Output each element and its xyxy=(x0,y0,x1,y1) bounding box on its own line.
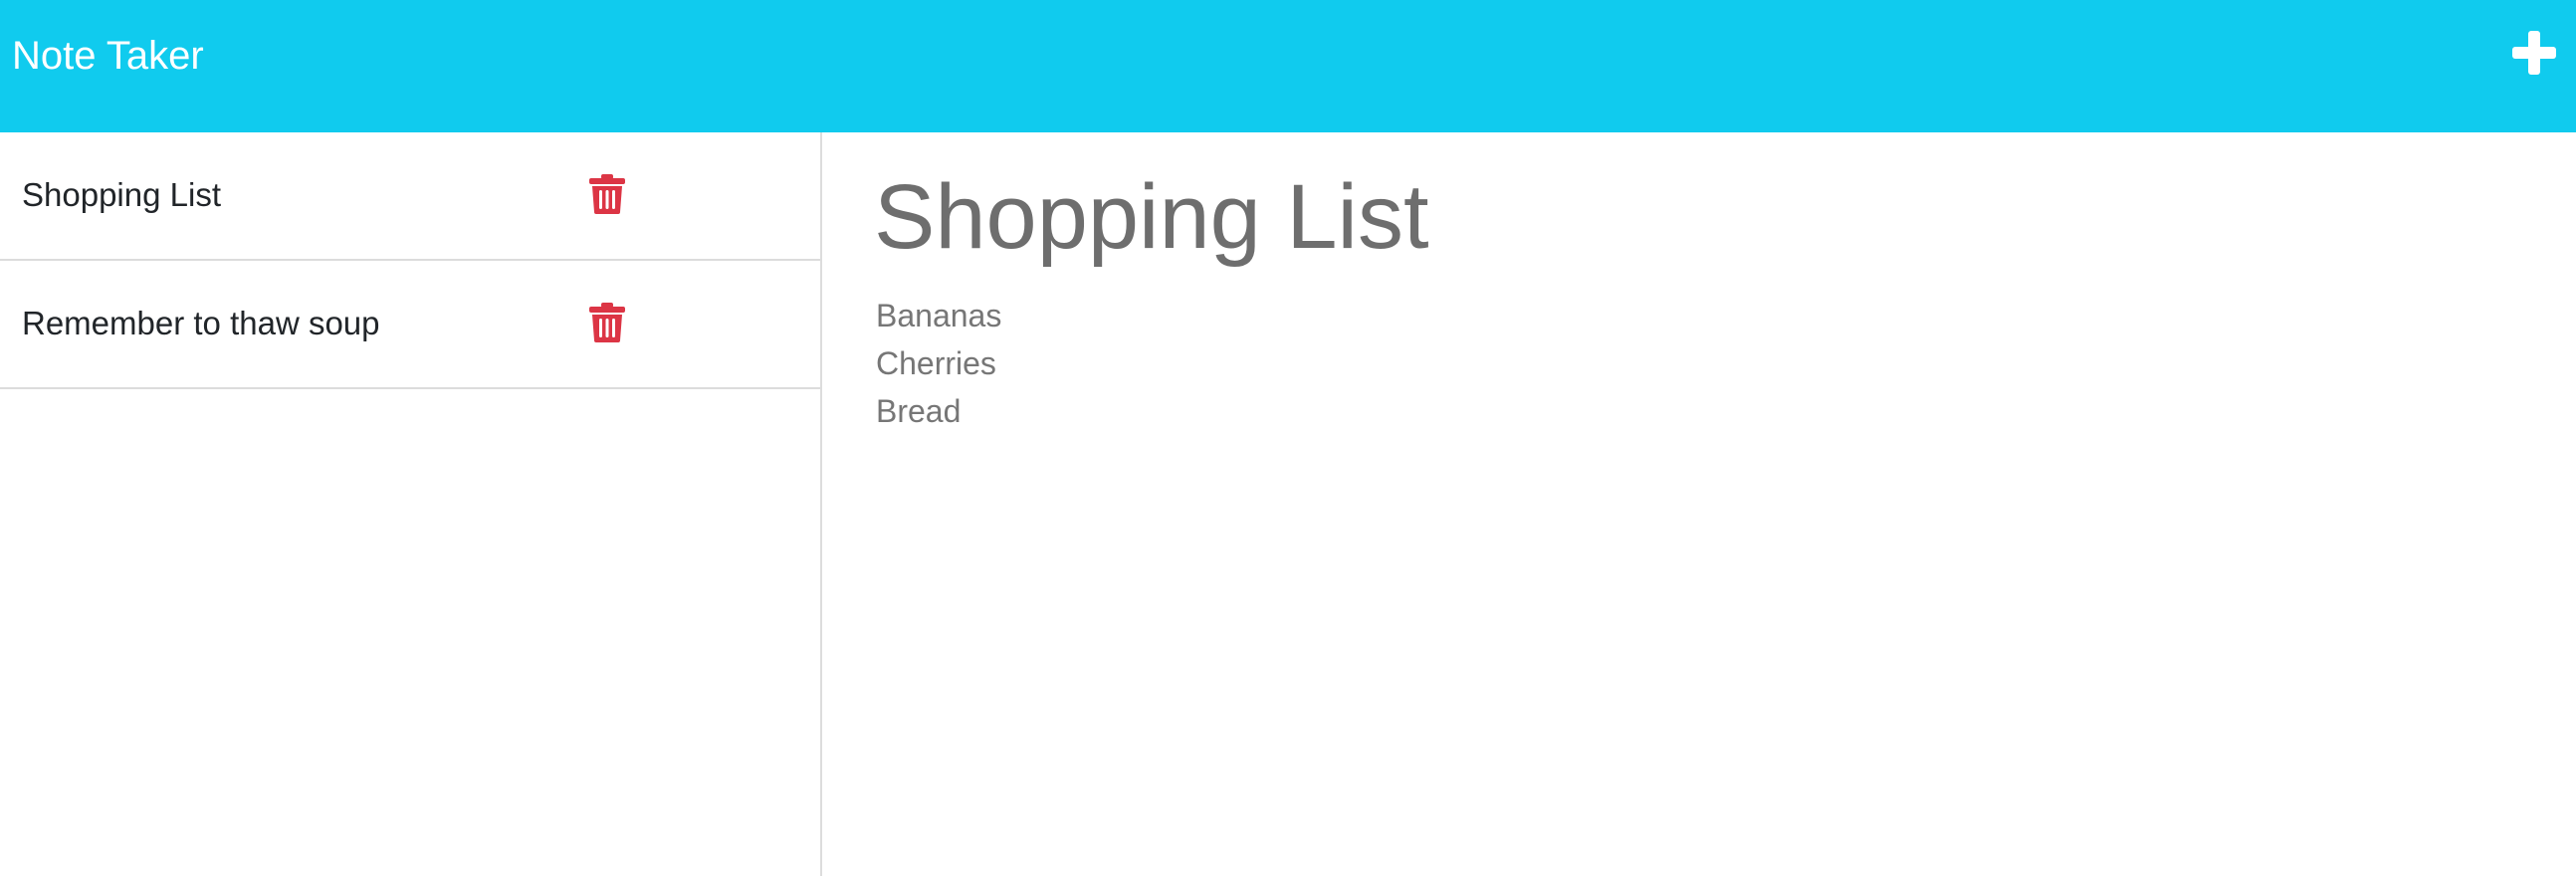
plus-icon xyxy=(2512,31,2556,75)
note-list-item[interactable]: Remember to thaw soup xyxy=(0,261,820,389)
note-body-textarea[interactable]: Bananas Cherries Bread xyxy=(876,292,1001,435)
app-title[interactable]: Note Taker xyxy=(12,32,204,80)
note-list-item-title[interactable]: Remember to thaw soup xyxy=(22,304,380,343)
note-body-line: Bread xyxy=(876,393,962,429)
note-editor: Shopping List Bananas Cherries Bread xyxy=(824,132,2576,876)
delete-note-button[interactable] xyxy=(589,174,625,214)
note-list-item-title[interactable]: Shopping List xyxy=(22,175,221,215)
note-title-input[interactable]: Shopping List xyxy=(874,162,1429,272)
trash-icon xyxy=(589,303,625,342)
note-list-item[interactable]: Shopping List xyxy=(0,132,820,261)
delete-note-button[interactable] xyxy=(589,303,625,342)
trash-icon xyxy=(589,174,625,214)
note-body-line: Bananas xyxy=(876,298,1002,333)
note-list-sidebar: Shopping List Remember to thaw soup xyxy=(0,132,822,876)
new-note-button[interactable] xyxy=(2512,31,2556,75)
note-list: Shopping List Remember to thaw soup xyxy=(0,132,820,389)
navbar: Note Taker xyxy=(0,0,2576,132)
note-body-line: Cherries xyxy=(876,345,996,381)
